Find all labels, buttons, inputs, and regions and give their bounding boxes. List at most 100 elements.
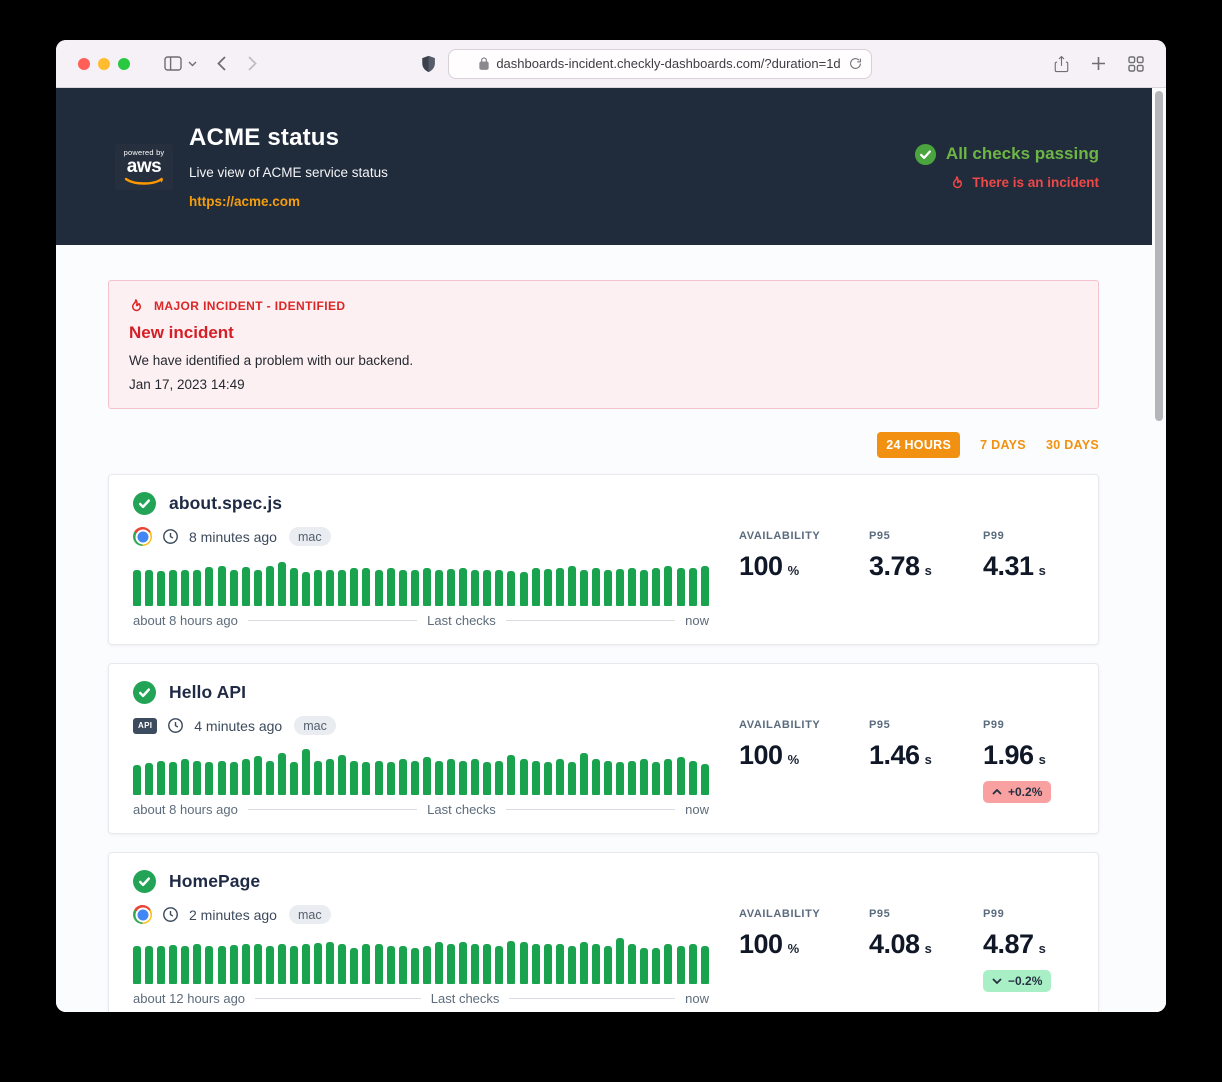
status-bar[interactable] (145, 570, 153, 606)
status-bar[interactable] (399, 570, 407, 606)
status-bar[interactable] (640, 570, 648, 606)
status-bar[interactable] (520, 942, 528, 984)
status-bar[interactable] (495, 946, 503, 984)
status-bar[interactable] (640, 759, 648, 795)
status-bar[interactable] (689, 568, 697, 606)
status-bar[interactable] (169, 570, 177, 606)
status-bar[interactable] (181, 570, 189, 606)
status-bar[interactable] (447, 569, 455, 606)
chevron-down-icon[interactable] (188, 61, 197, 67)
status-bar[interactable] (157, 946, 165, 984)
status-bar[interactable] (302, 749, 310, 795)
status-bar[interactable] (628, 761, 636, 795)
status-bar[interactable] (375, 944, 383, 984)
status-bars-chart[interactable] (133, 560, 709, 606)
status-bar[interactable] (145, 946, 153, 984)
status-bar[interactable] (447, 759, 455, 795)
back-button[interactable] (217, 56, 226, 71)
status-bar[interactable] (266, 761, 274, 795)
status-bar[interactable] (411, 948, 419, 984)
close-window-button[interactable] (78, 58, 90, 70)
status-bar[interactable] (290, 762, 298, 795)
status-bar[interactable] (483, 944, 491, 984)
status-bar[interactable] (362, 762, 370, 795)
status-bar[interactable] (664, 759, 672, 795)
status-bar[interactable] (266, 566, 274, 606)
status-bar[interactable] (338, 570, 346, 606)
status-bar[interactable] (362, 944, 370, 984)
status-bar[interactable] (459, 761, 467, 795)
status-bar[interactable] (532, 568, 540, 606)
status-bar[interactable] (242, 567, 250, 606)
status-bar[interactable] (592, 944, 600, 984)
status-bar[interactable] (266, 946, 274, 984)
status-bar[interactable] (689, 761, 697, 795)
status-bar[interactable] (423, 568, 431, 606)
time-range-24-hours[interactable]: 24 HOURS (877, 432, 960, 458)
status-bar[interactable] (701, 764, 709, 795)
status-bar[interactable] (604, 946, 612, 984)
zoom-window-button[interactable] (118, 58, 130, 70)
status-bar[interactable] (435, 570, 443, 606)
address-bar[interactable]: dashboards-incident.checkly-dashboards.c… (448, 49, 872, 79)
status-bar[interactable] (423, 946, 431, 984)
status-bar[interactable] (592, 759, 600, 795)
status-bar[interactable] (652, 762, 660, 795)
status-bar[interactable] (350, 948, 358, 984)
scrollbar-track[interactable] (1152, 88, 1166, 1012)
status-bar[interactable] (495, 761, 503, 795)
status-bar[interactable] (423, 757, 431, 795)
status-bar[interactable] (471, 759, 479, 795)
status-bar[interactable] (193, 944, 201, 984)
status-bar[interactable] (205, 567, 213, 606)
status-bar[interactable] (411, 761, 419, 795)
status-bar[interactable] (230, 570, 238, 606)
status-bar[interactable] (677, 946, 685, 984)
status-bar[interactable] (157, 571, 165, 606)
status-bar[interactable] (193, 570, 201, 606)
status-bar[interactable] (278, 753, 286, 795)
status-bar[interactable] (652, 568, 660, 606)
reload-icon[interactable] (849, 57, 862, 70)
status-bar[interactable] (181, 759, 189, 795)
scrollbar-thumb[interactable] (1155, 91, 1163, 421)
status-bar[interactable] (520, 572, 528, 606)
status-bar[interactable] (350, 568, 358, 606)
shield-extension-icon[interactable] (421, 55, 436, 73)
status-bar[interactable] (459, 942, 467, 984)
status-bar[interactable] (604, 761, 612, 795)
status-bar[interactable] (701, 946, 709, 984)
incident-status-link[interactable]: There is an incident (950, 174, 1099, 191)
status-bar[interactable] (314, 943, 322, 984)
status-bar[interactable] (532, 944, 540, 984)
tab-overview-icon[interactable] (1128, 56, 1144, 72)
status-bar[interactable] (387, 568, 395, 606)
status-bar[interactable] (483, 762, 491, 795)
new-tab-icon[interactable] (1091, 56, 1106, 71)
status-bar[interactable] (701, 566, 709, 606)
status-bar[interactable] (362, 568, 370, 606)
status-bar[interactable] (133, 570, 141, 606)
status-bar[interactable] (580, 753, 588, 795)
status-bar[interactable] (387, 946, 395, 984)
status-bar[interactable] (652, 948, 660, 984)
status-bar[interactable] (133, 765, 141, 795)
status-bar[interactable] (471, 570, 479, 606)
status-bar[interactable] (447, 944, 455, 984)
status-bar[interactable] (242, 759, 250, 795)
status-bar[interactable] (350, 761, 358, 795)
status-bar[interactable] (556, 944, 564, 984)
status-bar[interactable] (568, 946, 576, 984)
status-bar[interactable] (133, 946, 141, 984)
status-bar[interactable] (375, 761, 383, 795)
status-bar[interactable] (459, 568, 467, 606)
status-bar[interactable] (616, 569, 624, 606)
status-bar[interactable] (326, 942, 334, 984)
status-bar[interactable] (338, 755, 346, 795)
status-bar[interactable] (278, 562, 286, 606)
status-bar[interactable] (677, 568, 685, 606)
status-bar[interactable] (278, 944, 286, 984)
status-bar[interactable] (205, 762, 213, 795)
status-bar[interactable] (580, 942, 588, 984)
status-bar[interactable] (628, 944, 636, 984)
